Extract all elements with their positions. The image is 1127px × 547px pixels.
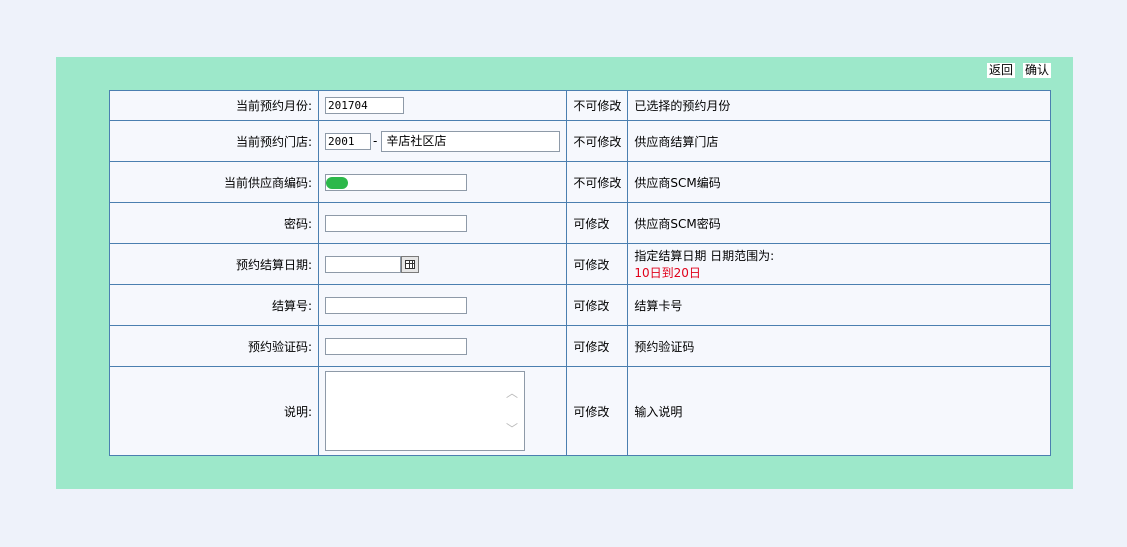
redaction-mask bbox=[326, 176, 348, 189]
row-verify-code: 预约验证码: 可修改 预约验证码 bbox=[109, 325, 1051, 367]
label-remark: 说明: bbox=[109, 366, 319, 456]
description: 指定结算日期 日期范围为: bbox=[634, 249, 775, 263]
description: 输入说明 bbox=[627, 366, 1051, 456]
modifiable-status: 不可修改 bbox=[566, 90, 629, 121]
label-verify-code: 预约验证码: bbox=[109, 325, 319, 367]
top-actions: 返回 确认 bbox=[986, 63, 1051, 78]
label-supplier-code: 当前供应商编码: bbox=[109, 161, 319, 203]
date-range: 10日到20日 bbox=[634, 266, 701, 280]
label-settle-date: 预约结算日期: bbox=[109, 243, 319, 285]
appointment-form-table: 当前预约月份: 201704 不可修改 已选择的预约月份 当前预约门店: 200… bbox=[109, 90, 1051, 456]
verify-code-input[interactable] bbox=[325, 337, 467, 355]
description: 预约验证码 bbox=[627, 325, 1051, 367]
back-button[interactable]: 返回 bbox=[986, 63, 1015, 78]
month-field: 201704 bbox=[325, 97, 404, 114]
modifiable-status: 可修改 bbox=[566, 202, 629, 244]
label-store: 当前预约门店: bbox=[109, 120, 319, 162]
store-separator: - bbox=[373, 133, 378, 148]
row-settle-date: 预约结算日期: 可修改 指定结算日期 日期范围为: 10日到20日 bbox=[109, 243, 1051, 285]
store-name-field: 辛店社区店 bbox=[381, 130, 561, 152]
label-month: 当前预约月份: bbox=[109, 90, 319, 121]
calendar-button[interactable] bbox=[401, 255, 419, 273]
description: 供应商结算门店 bbox=[627, 120, 1051, 162]
modifiable-status: 可修改 bbox=[566, 325, 629, 367]
row-month: 当前预约月份: 201704 不可修改 已选择的预约月份 bbox=[109, 90, 1051, 121]
calendar-icon bbox=[405, 259, 415, 269]
description: 已选择的预约月份 bbox=[627, 90, 1051, 121]
label-settle-number: 结算号: bbox=[109, 284, 319, 326]
description: 供应商SCM编码 bbox=[627, 161, 1051, 203]
confirm-button[interactable]: 确认 bbox=[1022, 63, 1051, 78]
settle-date-input[interactable] bbox=[325, 255, 401, 273]
store-code-field: 2001 bbox=[325, 132, 371, 150]
remark-textarea[interactable]: ︿ ﹀ bbox=[325, 371, 525, 451]
modifiable-status: 可修改 bbox=[566, 243, 629, 285]
row-password: 密码: 可修改 供应商SCM密码 bbox=[109, 202, 1051, 244]
label-password: 密码: bbox=[109, 202, 319, 244]
password-input[interactable] bbox=[325, 214, 467, 232]
modifiable-status: 可修改 bbox=[566, 284, 629, 326]
supplier-code-field bbox=[325, 173, 467, 191]
modifiable-status: 不可修改 bbox=[566, 161, 629, 203]
row-settle-number: 结算号: 可修改 结算卡号 bbox=[109, 284, 1051, 326]
chevron-up-icon[interactable]: ︿ bbox=[506, 387, 518, 399]
modifiable-status: 不可修改 bbox=[566, 120, 629, 162]
chevron-down-icon[interactable]: ﹀ bbox=[506, 423, 518, 435]
row-remark: 说明: ︿ ﹀ 可修改 输入说明 bbox=[109, 366, 1051, 456]
settle-number-input[interactable] bbox=[325, 296, 467, 314]
description: 结算卡号 bbox=[627, 284, 1051, 326]
form-panel: 返回 确认 当前预约月份: 201704 不可修改 已选择的预约月份 当前预约门… bbox=[56, 57, 1073, 489]
description: 供应商SCM密码 bbox=[627, 202, 1051, 244]
modifiable-status: 可修改 bbox=[566, 366, 629, 456]
row-store: 当前预约门店: 2001- 辛店社区店 不可修改 供应商结算门店 bbox=[109, 120, 1051, 162]
row-supplier-code: 当前供应商编码: 不可修改 供应商SCM编码 bbox=[109, 161, 1051, 203]
